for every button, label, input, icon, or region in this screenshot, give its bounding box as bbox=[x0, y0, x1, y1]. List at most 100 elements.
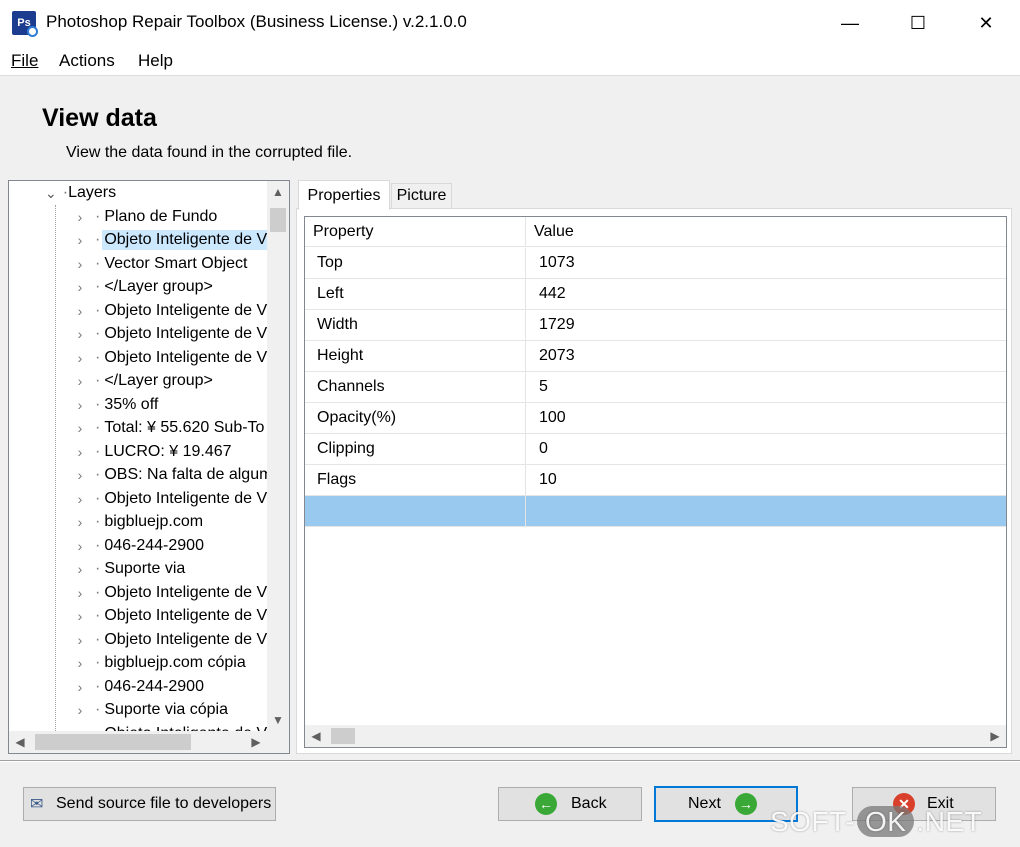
tree-item[interactable]: › · bigbluejp.com cópia bbox=[73, 652, 273, 675]
tree-item[interactable]: › · Suporte via bbox=[73, 558, 273, 581]
tree-item-label: bigbluejp.com cópia bbox=[104, 654, 246, 671]
tree-item-label: Objeto Inteligente de V bbox=[102, 230, 270, 250]
tree-item-label: Vector Smart Object bbox=[104, 254, 248, 272]
tree-item-label: 046-244-2900 bbox=[104, 677, 204, 695]
scroll-right-icon[interactable]: ▶ bbox=[984, 725, 1006, 747]
footer-divider bbox=[0, 760, 1020, 762]
chevron-right-icon[interactable]: › bbox=[73, 326, 87, 342]
back-button[interactable]: ← Back bbox=[498, 787, 642, 821]
property-cell: Clipping bbox=[305, 434, 526, 464]
chevron-right-icon[interactable]: › bbox=[73, 209, 87, 225]
tree-item[interactable]: ›·Objeto Inteligente de V bbox=[73, 323, 273, 346]
grid-header: Property Value bbox=[305, 217, 1006, 247]
menu-help[interactable]: Help bbox=[138, 51, 173, 71]
properties-grid[interactable]: Property Value Top 1073 Left 442 Width 1729 He… bbox=[304, 216, 1007, 748]
maximize-button[interactable]: ☐ bbox=[884, 0, 952, 46]
tree-item[interactable]: › · </Layer group> bbox=[73, 276, 273, 299]
chevron-right-icon[interactable]: › bbox=[73, 538, 87, 554]
layers-tree[interactable]: ⌄ · Layers › · Plano de Fundo › · Objeto Inte… bbox=[8, 180, 290, 754]
tree-item[interactable]: ›·Objeto Inteligente de V bbox=[73, 628, 273, 651]
tab-picture[interactable]: Picture bbox=[391, 183, 452, 209]
property-cell: Flags bbox=[305, 465, 526, 495]
scroll-right-icon[interactable]: ▶ bbox=[245, 731, 267, 753]
tree-item[interactable]: ›·Objeto Inteligente de V bbox=[73, 229, 273, 252]
chevron-right-icon[interactable]: › bbox=[73, 679, 87, 695]
value-cell bbox=[526, 496, 1006, 526]
tree-item[interactable]: › · Plano de Fundo bbox=[73, 205, 273, 228]
scroll-thumb[interactable] bbox=[331, 728, 355, 744]
chevron-down-icon[interactable]: ⌄ bbox=[45, 185, 57, 202]
chevron-right-icon[interactable]: › bbox=[73, 420, 87, 436]
table-row[interactable]: Channels 5 bbox=[305, 372, 1006, 403]
tree-horizontal-scrollbar[interactable]: ◀ ▶ bbox=[9, 731, 269, 753]
tree-item[interactable]: › · </Layer group> bbox=[73, 370, 273, 393]
scroll-left-icon[interactable]: ◀ bbox=[305, 725, 327, 747]
header: View data View the data found in the cor… bbox=[0, 77, 1020, 177]
menu-actions[interactable]: Actions bbox=[59, 51, 115, 71]
chevron-right-icon[interactable]: › bbox=[73, 373, 87, 389]
chevron-right-icon[interactable]: › bbox=[73, 702, 87, 718]
property-cell: Channels bbox=[305, 372, 526, 402]
tree-item[interactable]: › · 35% off bbox=[73, 393, 273, 416]
table-row[interactable]: Flags 10 bbox=[305, 465, 1006, 496]
tab-properties[interactable]: Properties bbox=[298, 180, 390, 210]
chevron-right-icon[interactable]: › bbox=[73, 256, 87, 272]
scroll-down-icon[interactable]: ▼ bbox=[267, 709, 289, 731]
send-source-button[interactable]: ✉ Send source file to developers bbox=[23, 787, 276, 821]
tree-vertical-scrollbar[interactable]: ▲ ▼ bbox=[267, 181, 289, 733]
tree-root-layers[interactable]: ⌄ · Layers bbox=[45, 184, 116, 202]
table-row[interactable]: Height 2073 bbox=[305, 341, 1006, 372]
chevron-right-icon[interactable]: › bbox=[73, 444, 87, 460]
scroll-left-icon[interactable]: ◀ bbox=[9, 731, 31, 753]
tree-item[interactable]: › · bigbluejp.com bbox=[73, 511, 273, 534]
chevron-right-icon[interactable]: › bbox=[73, 279, 87, 295]
chevron-right-icon[interactable]: › bbox=[73, 467, 87, 483]
tree-item-label: bigbluejp.com bbox=[104, 513, 204, 530]
chevron-right-icon[interactable]: › bbox=[73, 632, 87, 648]
scroll-up-icon[interactable]: ▲ bbox=[267, 181, 289, 203]
chevron-right-icon[interactable]: › bbox=[73, 655, 87, 671]
chevron-right-icon[interactable]: › bbox=[73, 608, 87, 624]
chevron-right-icon[interactable]: › bbox=[73, 303, 87, 319]
tree-item[interactable]: › · Suporte via cópia bbox=[73, 699, 273, 722]
grid-horizontal-scrollbar[interactable]: ◀ ▶ bbox=[305, 725, 1006, 747]
tree-item[interactable]: › · Total: ¥ 55.620 Sub-To bbox=[73, 417, 273, 440]
tree-item[interactable]: ›·Objeto Inteligente de V bbox=[73, 581, 273, 604]
tree-item[interactable]: ›·Objeto Inteligente de V bbox=[73, 605, 273, 628]
tree-item[interactable]: › · LUCRO: ¥ 19.467 bbox=[73, 440, 273, 463]
table-row[interactable]: Left 442 bbox=[305, 279, 1006, 310]
table-row[interactable]: Top 1073 bbox=[305, 248, 1006, 279]
chevron-right-icon[interactable]: › bbox=[73, 350, 87, 366]
tree-item[interactable]: › · 046-244-2900 bbox=[73, 675, 273, 698]
chevron-right-icon[interactable]: › bbox=[73, 561, 87, 577]
column-header-value[interactable]: Value bbox=[526, 217, 1006, 247]
chevron-right-icon[interactable]: › bbox=[73, 232, 87, 248]
table-row[interactable]: Opacity(%) 100 bbox=[305, 403, 1006, 434]
watermark-ok: OK bbox=[856, 806, 915, 837]
chevron-right-icon[interactable]: › bbox=[73, 514, 87, 530]
menu-bar: File Actions Help bbox=[0, 46, 1020, 76]
table-row[interactable]: Clipping 0 bbox=[305, 434, 1006, 465]
tree-item[interactable]: › · 046-244-2900 bbox=[73, 534, 273, 557]
property-cell: Height bbox=[305, 341, 526, 371]
property-cell bbox=[305, 496, 526, 526]
value-cell: 2073 bbox=[539, 347, 575, 364]
tree-item[interactable]: ›·Objeto Inteligente de V bbox=[73, 299, 273, 322]
value-cell: 5 bbox=[539, 378, 548, 395]
chevron-right-icon[interactable]: › bbox=[73, 397, 87, 413]
minimize-button[interactable]: — bbox=[816, 0, 884, 46]
tree-item[interactable]: ›·Objeto Inteligente de V bbox=[73, 487, 273, 510]
tree-item[interactable]: › · OBS: Na falta de algum bbox=[73, 464, 273, 487]
scroll-thumb[interactable] bbox=[35, 734, 191, 750]
table-row[interactable]: Width 1729 bbox=[305, 310, 1006, 341]
chevron-right-icon[interactable]: › bbox=[73, 491, 87, 507]
title-bar: Ps Photoshop Repair Toolbox (Business Li… bbox=[0, 0, 1020, 46]
scroll-thumb[interactable] bbox=[270, 208, 286, 232]
menu-file[interactable]: File bbox=[11, 51, 38, 71]
close-button[interactable]: ✕ bbox=[952, 0, 1020, 46]
tree-item[interactable]: ›·Objeto Inteligente de V bbox=[73, 346, 273, 369]
chevron-right-icon[interactable]: › bbox=[73, 585, 87, 601]
column-header-property[interactable]: Property bbox=[305, 217, 526, 247]
tree-item[interactable]: › · Vector Smart Object bbox=[73, 252, 273, 275]
table-row[interactable] bbox=[305, 496, 1006, 527]
